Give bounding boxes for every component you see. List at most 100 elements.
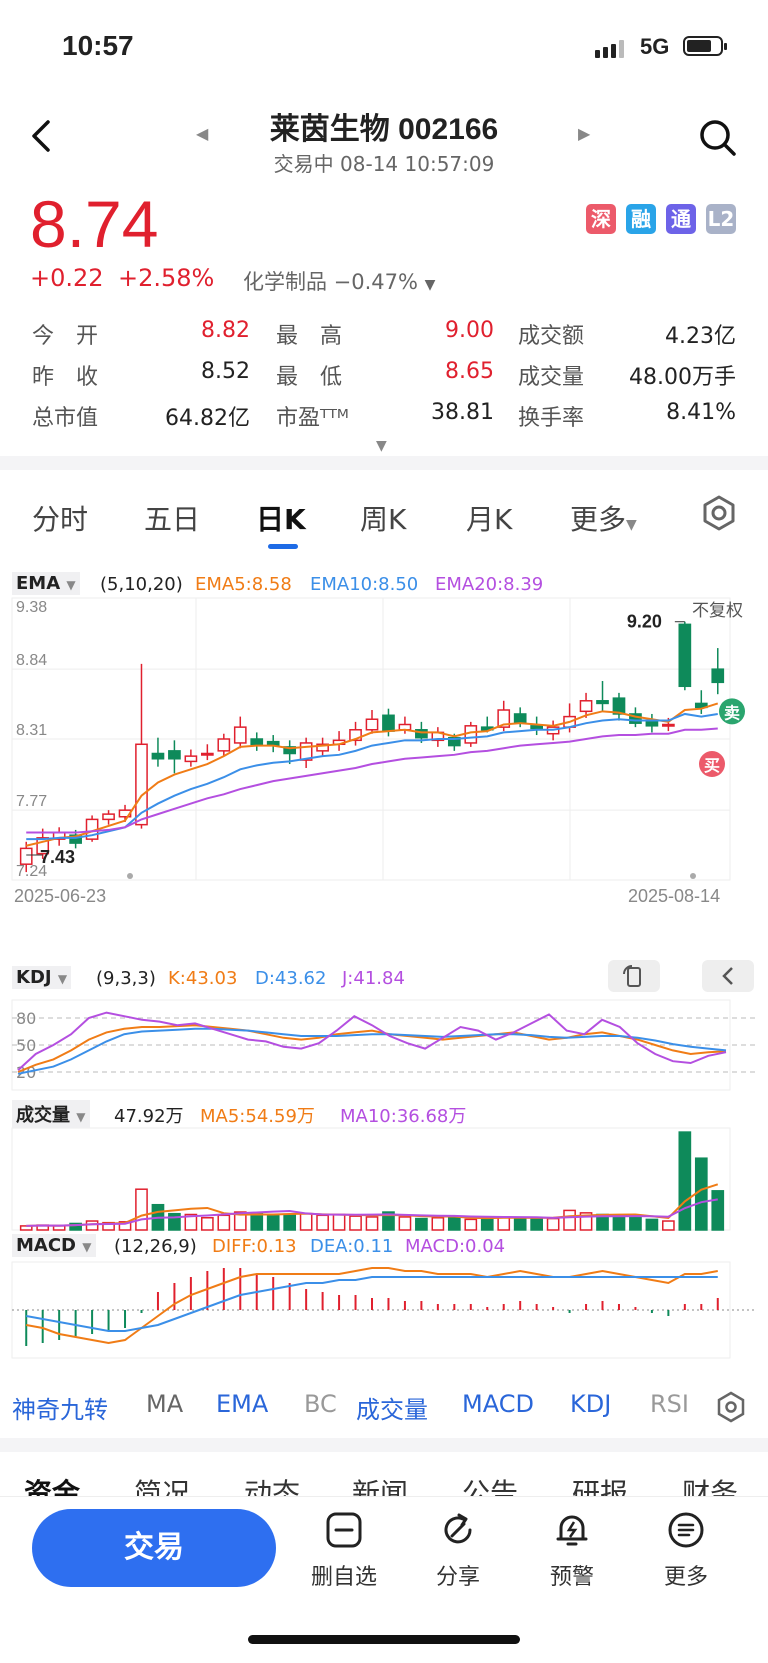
stat-label: 成交额 <box>518 324 585 349</box>
volume-bar <box>201 1217 214 1231</box>
more-label: 更多 <box>663 1565 708 1590</box>
divider <box>0 1438 768 1452</box>
volume-bar <box>612 1216 626 1231</box>
caret-down-icon: ▼ <box>57 972 68 986</box>
more-button[interactable]: 更多 <box>646 1511 726 1591</box>
tab-five-day[interactable]: 五日 <box>144 498 200 538</box>
trade-button[interactable]: 交易 <box>32 1509 276 1587</box>
macd-selector[interactable]: MACD ▼ <box>12 1234 96 1257</box>
candle-body <box>250 738 264 746</box>
collapse-button[interactable] <box>702 960 754 992</box>
candle-body <box>678 623 692 688</box>
caret-down-icon: ▼ <box>626 517 637 533</box>
caret-down-icon: ▼ <box>76 1110 86 1124</box>
price-change: +0.22 <box>30 264 104 292</box>
settings-icon[interactable] <box>700 494 738 532</box>
quote-panel: 8.74 深 融 通 L2 +0.22 +2.58% 化学制品 −0.47% ▼… <box>0 186 768 456</box>
candle-body <box>233 726 247 744</box>
chevron-left-icon <box>722 967 733 985</box>
candle-body <box>217 738 231 752</box>
tab-day-k[interactable]: 日K <box>256 498 306 538</box>
crosshair-dot <box>127 873 133 879</box>
tab-more[interactable]: 更多▼ <box>570 498 637 538</box>
kdj-j-value: J:41.84 <box>342 968 405 989</box>
expand-caret-icon[interactable]: ▼ <box>376 438 387 454</box>
volume-selector[interactable]: 成交量 ▼ <box>12 1100 90 1128</box>
volume-bar <box>349 1215 362 1231</box>
industry-label: 化学制品 −0.47% <box>243 270 418 294</box>
caret-down-icon: ▼ <box>424 277 436 293</box>
candle-body <box>151 752 165 760</box>
kdj-k-value: K:43.03 <box>168 968 238 989</box>
stat-value: 64.82亿 <box>165 406 250 431</box>
kdj_d-line <box>17 1027 727 1075</box>
buy-label: 买 <box>704 756 720 775</box>
tab-fenshi[interactable]: 分时 <box>32 498 88 538</box>
current-price: 8.74 <box>30 187 159 261</box>
ind-tab-ma[interactable]: MA <box>146 1390 183 1418</box>
stat-value: 48.00万手 <box>629 365 736 390</box>
ind-tab-ema[interactable]: EMA <box>216 1390 268 1418</box>
volume-bar <box>678 1131 692 1231</box>
bottom-action-bar: 交易 删自选 分享 预警 更多 <box>0 1496 768 1663</box>
tab-month-k[interactable]: 月K <box>466 498 512 538</box>
stat-value: 8.41% <box>666 400 736 425</box>
ind-tab-nine[interactable]: 神奇九转 <box>12 1390 108 1425</box>
tab-week-k[interactable]: 周K <box>360 498 406 538</box>
macd-dea: DEA:0.11 <box>310 1236 394 1257</box>
remove-watchlist-label: 删自选 <box>310 1565 377 1590</box>
alert-button[interactable]: 预警 <box>532 1511 612 1591</box>
candle-body <box>19 847 33 865</box>
volume-bar <box>316 1214 329 1231</box>
ind-tab-rsi[interactable]: RSI <box>650 1390 690 1418</box>
fuquan-label: 不复权 <box>692 601 743 621</box>
ind-tab-kdj[interactable]: KDJ <box>570 1390 611 1418</box>
remove-watchlist-button[interactable]: 删自选 <box>304 1511 384 1591</box>
candle-body <box>711 668 725 684</box>
volume-bar <box>629 1217 642 1231</box>
kdj_j-line <box>17 1011 727 1071</box>
volume-bar <box>332 1213 346 1231</box>
stat-value: 38.81 <box>431 400 494 425</box>
shen-badge: 深 <box>586 204 616 234</box>
volume-name: 成交量 <box>16 1105 70 1126</box>
candle-body <box>382 714 395 732</box>
date-end-label: 2025-08-14 <box>628 886 720 906</box>
share-button[interactable]: 分享 <box>418 1511 498 1591</box>
caret-down-icon: ▼ <box>82 1240 92 1254</box>
signal-icon <box>595 40 624 58</box>
kline-chart[interactable]: EMA ▼ (5,10,20) EMA5:8.58 EMA10:8.50 EMA… <box>0 570 768 1370</box>
date-start-label: 2025-06-23 <box>14 886 106 906</box>
divider <box>0 456 768 470</box>
price-change-pct: +2.58% <box>118 264 215 292</box>
stat-label: 总市值 <box>32 406 99 431</box>
indicator-settings-icon[interactable] <box>716 1390 750 1424</box>
crosshair-dot <box>690 873 696 879</box>
stock-title: 莱茵生物 002166 <box>269 113 499 146</box>
share-icon <box>444 1513 472 1544</box>
stat-value: 8.82 <box>201 318 250 343</box>
kdj-selector[interactable]: KDJ ▼ <box>12 966 72 989</box>
ind-tab-macd[interactable]: MACD <box>462 1390 534 1418</box>
kdj-d-value: D:43.62 <box>255 968 327 989</box>
volume-bar <box>85 1220 99 1231</box>
next-stock-button[interactable]: ▶ <box>578 124 590 143</box>
active-tab-indicator <box>268 544 298 549</box>
battery-icon <box>683 36 727 56</box>
indicator-tabs: 神奇九转 MA EMA BC 成交量 MACD KDJ RSI <box>0 1382 768 1432</box>
rong-badge: 融 <box>626 204 656 234</box>
period-tabs: 分时 五日 日K 周K 月K 更多▼ <box>0 480 768 550</box>
stat-label: 最 低 <box>276 365 343 390</box>
candle-body <box>102 813 115 821</box>
volume-bar <box>480 1217 494 1231</box>
search-icon[interactable] <box>698 118 738 158</box>
alert-label: 预警 <box>549 1565 594 1590</box>
volume-bar <box>513 1217 527 1231</box>
tong-badge: 通 <box>666 204 696 234</box>
industry-link[interactable]: 化学制品 −0.47% ▼ <box>243 266 435 296</box>
rotate-screen-button[interactable] <box>608 960 660 992</box>
ind-tab-volume[interactable]: 成交量 <box>356 1390 428 1425</box>
candle-body <box>596 700 609 705</box>
ind-tab-boll[interactable]: BC <box>304 1390 338 1418</box>
macd-params: (12,26,9) <box>114 1236 197 1257</box>
